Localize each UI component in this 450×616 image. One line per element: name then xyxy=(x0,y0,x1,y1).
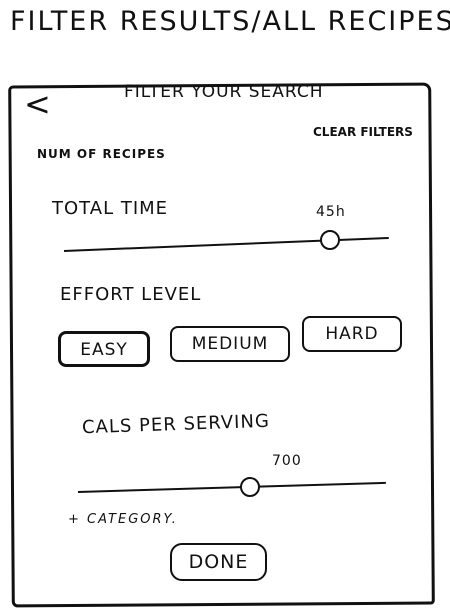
add-category-button[interactable]: + Category. xyxy=(68,512,178,527)
effort-medium-button[interactable]: Medium xyxy=(170,326,290,362)
effort-level-label: Effort level xyxy=(60,284,202,305)
cals-per-serving-value: 700 xyxy=(272,453,302,469)
clear-filters-button[interactable]: Clear filters xyxy=(313,125,413,139)
total-time-value: 45h xyxy=(316,204,346,220)
effort-hard-button[interactable]: Hard xyxy=(302,316,402,352)
screen-title: Filter your search xyxy=(124,82,324,102)
effort-easy-button[interactable]: Easy xyxy=(58,331,150,367)
page-title: Filter Results/All Recipes xyxy=(10,6,450,37)
total-time-label: Total time xyxy=(52,198,169,219)
done-button[interactable]: Done xyxy=(170,543,267,581)
num-recipes-label: Num of recipes xyxy=(37,147,166,161)
back-button[interactable]: < xyxy=(24,88,51,120)
